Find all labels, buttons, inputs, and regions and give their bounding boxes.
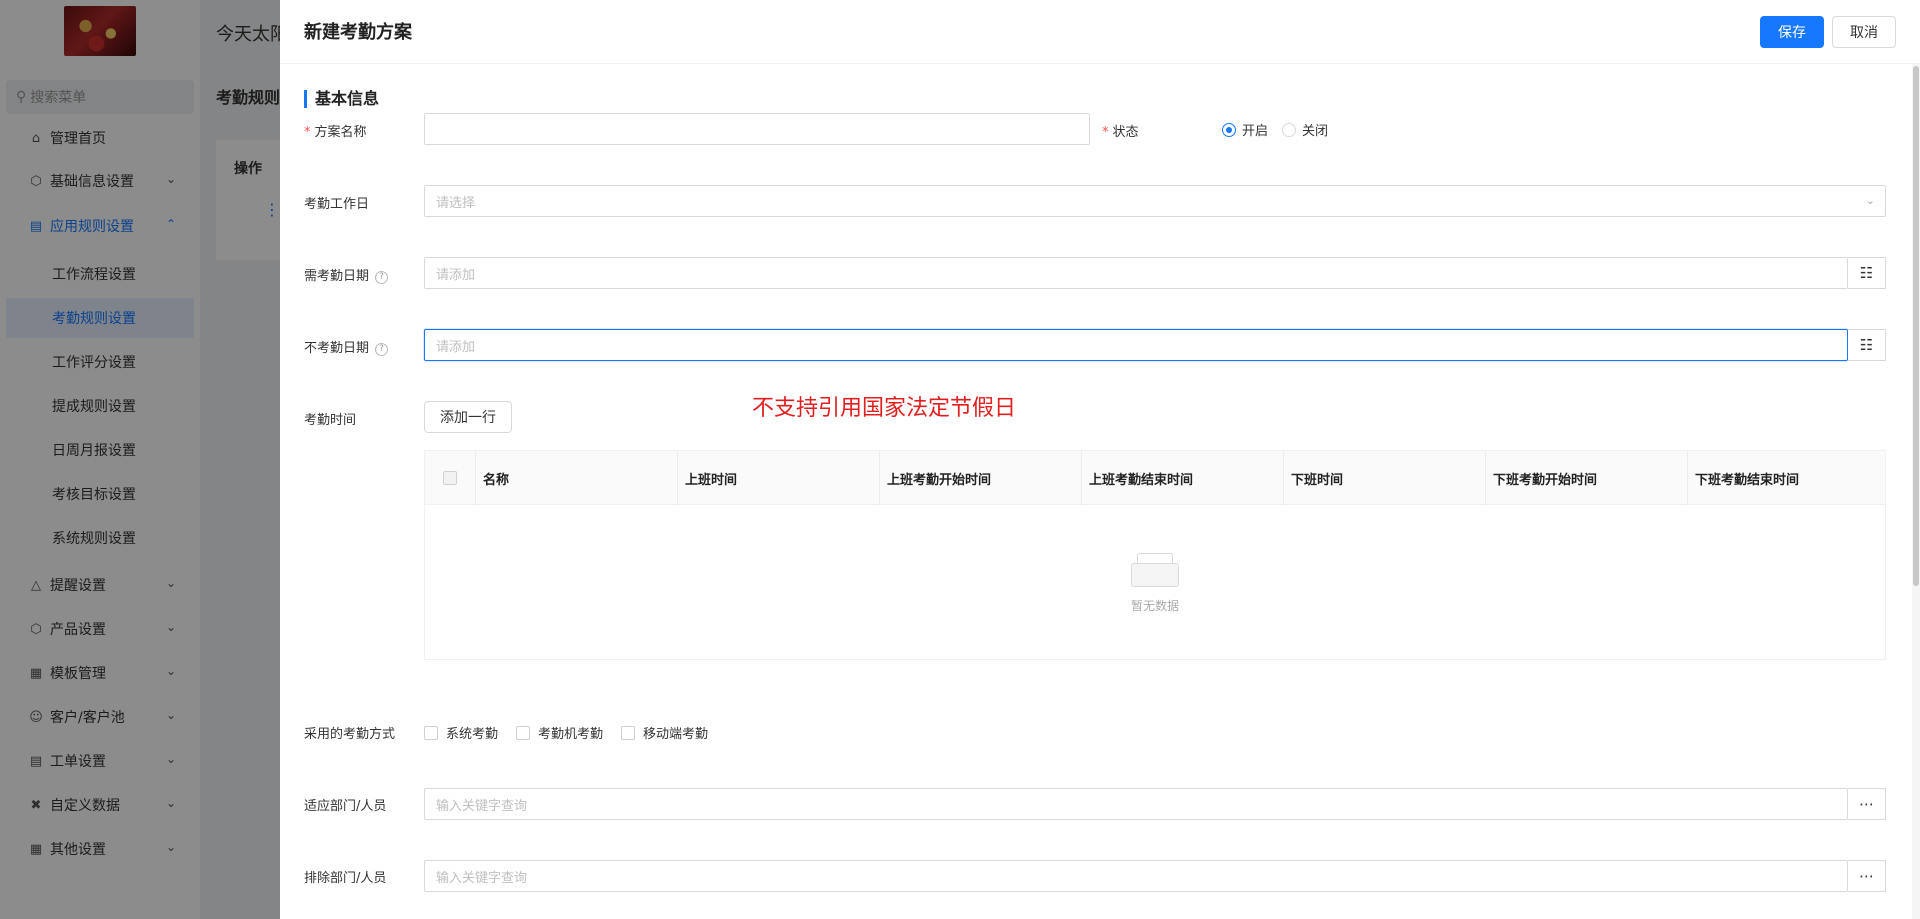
save-button[interactable]: 保存 — [1760, 16, 1824, 48]
applicable-input[interactable]: 输入关键字查询 — [424, 788, 1848, 820]
table-empty-state: 暂无数据 — [425, 505, 1885, 659]
status-radio-off[interactable] — [1282, 122, 1297, 137]
applicable-label: 适应部门/人员 — [304, 799, 387, 814]
status-radio-on[interactable] — [1222, 122, 1236, 137]
status-option-on[interactable]: 开启 — [1242, 120, 1268, 139]
modal-mask[interactable] — [0, 0, 280, 919]
empty-text: 暂无数据 — [1130, 598, 1179, 613]
more-icon: ⋯ — [1859, 867, 1874, 885]
column-header-name: 名称 — [483, 472, 510, 488]
required-dates-input[interactable]: 请添加 — [424, 257, 1848, 289]
cancel-button[interactable]: 取消 — [1832, 16, 1896, 48]
excluded-dates-label: 不考勤日期? — [304, 337, 389, 356]
excluded-input[interactable]: 输入关键字查询 — [424, 860, 1848, 892]
add-row-button[interactable]: 添加一行 — [424, 401, 512, 433]
status-label-text: 状态 — [1112, 125, 1139, 140]
excluded-dates-label-text: 不考勤日期 — [304, 341, 370, 356]
column-header-checkout-end: 下班考勤结束时间 — [1695, 472, 1800, 488]
workdays-label: 考勤工作日 — [304, 197, 370, 212]
plan-name-input[interactable] — [424, 113, 1090, 145]
workdays-select[interactable]: 请选择 ⌄ — [424, 185, 1886, 217]
status-radio-group: 开启 关闭 — [1222, 120, 1342, 139]
attendance-time-table: 名称 上班时间 上班考勤开始时间 上班考勤结束时间 下班时间 下班考勤开始时间 … — [424, 450, 1886, 660]
excluded-dates-input[interactable]: 请添加 — [424, 329, 1848, 361]
plan-name-label-text: 方案名称 — [314, 125, 367, 140]
drawer-new-attendance-plan: 新建考勤方案 保存 取消 基本信息 * 方案名称 * 状态 开启 关闭 考勤工作日 … — [280, 0, 1920, 919]
method-system-label[interactable]: 系统考勤 — [446, 723, 498, 742]
excluded-picker-button[interactable]: ⋯ — [1848, 860, 1886, 892]
drawer-header: 新建考勤方案 保存 取消 — [280, 0, 1920, 64]
column-header-checkout-start: 下班考勤开始时间 — [1493, 472, 1598, 488]
excluded-dates-calendar-button[interactable]: ☷ — [1848, 329, 1886, 361]
method-system-checkbox[interactable] — [424, 725, 438, 740]
chevron-down-icon: ⌄ — [1865, 194, 1875, 207]
table-header: 名称 上班时间 上班考勤开始时间 上班考勤结束时间 下班时间 下班考勤开始时间 … — [425, 451, 1885, 505]
plan-name-label: * 方案名称 — [304, 121, 367, 140]
excluded-label: 排除部门/人员 — [304, 871, 387, 886]
applicable-picker-button[interactable]: ⋯ — [1848, 788, 1886, 820]
section-title-basic-info: 基本信息 — [304, 90, 379, 108]
calendar-icon: ☷ — [1859, 264, 1874, 282]
select-all-checkbox[interactable] — [443, 471, 457, 485]
drawer-scroll-thumb[interactable] — [1913, 66, 1919, 586]
column-header-checkin-end: 上班考勤结束时间 — [1089, 472, 1194, 488]
select-all-cell — [425, 451, 475, 505]
required-dates-label: 需考勤日期? — [304, 265, 389, 284]
attendance-methods-group: 系统考勤 考勤机考勤 移动端考勤 — [424, 723, 726, 742]
drawer-title: 新建考勤方案 — [304, 22, 412, 43]
method-machine-label[interactable]: 考勤机考勤 — [538, 723, 603, 742]
required-dates-calendar-button[interactable]: ☷ — [1848, 257, 1886, 289]
attendance-methods-label: 采用的考勤方式 — [304, 727, 396, 742]
help-icon[interactable]: ? — [375, 271, 389, 284]
workdays-placeholder: 请选择 — [436, 195, 476, 211]
attendance-time-label: 考勤时间 — [304, 413, 357, 428]
column-header-checkout-time: 下班时间 — [1291, 472, 1344, 488]
required-mark: * — [304, 125, 311, 140]
method-machine-checkbox[interactable] — [516, 725, 531, 740]
required-mark: * — [1102, 125, 1109, 140]
holiday-note: 不支持引用国家法定节假日 — [752, 396, 1017, 421]
method-mobile-checkbox[interactable] — [621, 725, 636, 740]
more-icon: ⋯ — [1859, 795, 1874, 813]
empty-inbox-icon — [1127, 551, 1183, 589]
status-label: * 状态 — [1102, 121, 1139, 140]
method-mobile-label[interactable]: 移动端考勤 — [643, 723, 708, 742]
column-header-checkin-start: 上班考勤开始时间 — [887, 472, 992, 488]
required-dates-label-text: 需考勤日期 — [304, 269, 370, 284]
status-option-off[interactable]: 关闭 — [1302, 120, 1328, 139]
column-header-checkin-time: 上班时间 — [685, 472, 738, 488]
help-icon[interactable]: ? — [375, 343, 389, 356]
calendar-icon: ☷ — [1859, 336, 1874, 354]
